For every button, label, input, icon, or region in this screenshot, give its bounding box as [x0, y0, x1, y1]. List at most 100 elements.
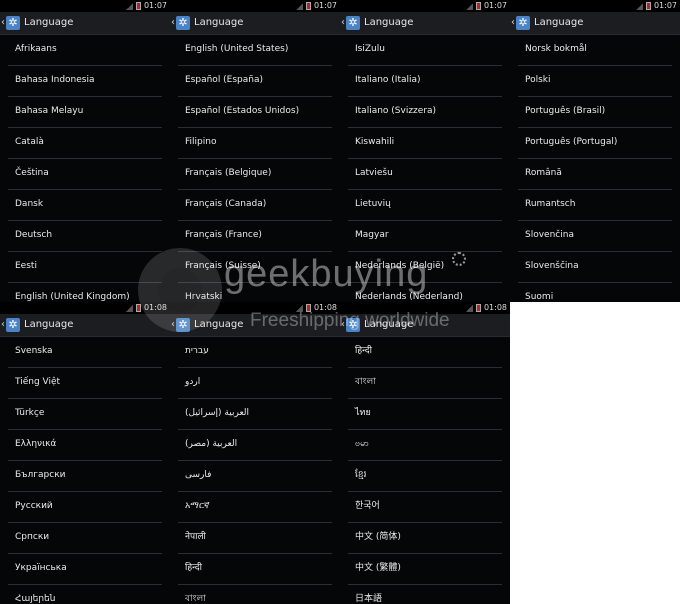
chevron-left-icon[interactable]: ‹	[511, 17, 515, 29]
list-item[interactable]: Français (Belgique)	[178, 159, 332, 190]
list-item[interactable]: Afrikaans	[8, 35, 162, 66]
language-label: Română	[525, 168, 562, 178]
gear-icon[interactable]: ✲	[346, 318, 360, 332]
language-label: فارسی	[185, 470, 212, 480]
list-item[interactable]: Español (Estados Unidos)	[178, 97, 332, 128]
gear-icon[interactable]: ✲	[6, 318, 20, 332]
list-item[interactable]: Български	[8, 461, 162, 492]
list-item[interactable]: العربية (مصر)	[178, 430, 332, 461]
list-item[interactable]: Français (Canada)	[178, 190, 332, 221]
signal-icon	[295, 304, 303, 312]
status-time: 01:08	[483, 303, 507, 312]
language-label: Lietuvių	[355, 199, 391, 209]
language-label: Polski	[525, 75, 551, 85]
language-label: Dansk	[15, 199, 44, 209]
gear-icon[interactable]: ✲	[176, 16, 190, 30]
language-label: Українська	[15, 563, 67, 573]
list-item[interactable]: Dansk	[8, 190, 162, 221]
list-item[interactable]: Српски	[8, 523, 162, 554]
list-item[interactable]: नेपाली	[178, 523, 332, 554]
list-item[interactable]: Čeština	[8, 159, 162, 190]
list-item[interactable]: Nederlands (België)	[348, 252, 502, 283]
language-label: Svenska	[15, 346, 53, 356]
list-item[interactable]: Русский	[8, 492, 162, 523]
gear-icon[interactable]: ✲	[346, 16, 360, 30]
list-item[interactable]: 中文 (繁體)	[348, 554, 502, 585]
list-item[interactable]: Rumantsch	[518, 190, 672, 221]
list-item[interactable]: فارسی	[178, 461, 332, 492]
list-item[interactable]: Polski	[518, 66, 672, 97]
gear-icon[interactable]: ✲	[176, 318, 190, 332]
chevron-left-icon[interactable]: ‹	[341, 319, 345, 331]
list-item[interactable]: العربية (إسرائيل)	[178, 399, 332, 430]
list-item[interactable]: Hrvatski	[178, 283, 332, 302]
list-item[interactable]: Tiếng Việt	[8, 368, 162, 399]
language-label: IsiZulu	[355, 44, 385, 54]
language-label: Eesti	[15, 261, 37, 271]
chevron-left-icon[interactable]: ‹	[1, 319, 5, 331]
page-title: Language	[24, 17, 74, 28]
list-item[interactable]: עברית	[178, 337, 332, 368]
language-label: Bahasa Indonesia	[15, 75, 95, 85]
list-item[interactable]: हिन्दी	[348, 337, 502, 368]
list-item[interactable]: Bahasa Melayu	[8, 97, 162, 128]
list-item[interactable]: Svenska	[8, 337, 162, 368]
list-item[interactable]: ខ្មែរ	[348, 461, 502, 492]
list-item[interactable]: Português (Brasil)	[518, 97, 672, 128]
status-bar: 01:07	[340, 0, 510, 12]
list-item[interactable]: 中文 (简体)	[348, 523, 502, 554]
list-item[interactable]: हिन्दी	[178, 554, 332, 585]
list-item[interactable]: Magyar	[348, 221, 502, 252]
list-item[interactable]: 日本語	[348, 585, 502, 604]
list-item[interactable]: اردو	[178, 368, 332, 399]
list-item[interactable]: বাংলা	[178, 585, 332, 604]
list-item[interactable]: Filipino	[178, 128, 332, 159]
list-item[interactable]: Português (Portugal)	[518, 128, 672, 159]
chevron-left-icon[interactable]: ‹	[171, 319, 175, 331]
list-item[interactable]: বাংলা	[348, 368, 502, 399]
status-time: 01:07	[483, 1, 507, 10]
list-item[interactable]: English (United States)	[178, 35, 332, 66]
language-label: Slovenčina	[525, 230, 574, 240]
list-item[interactable]: Lietuvių	[348, 190, 502, 221]
list-item[interactable]: IsiZulu	[348, 35, 502, 66]
status-bar: 01:07	[510, 0, 680, 12]
list-item[interactable]: Français (Suisse)	[178, 252, 332, 283]
gear-icon[interactable]: ✲	[516, 16, 530, 30]
list-item[interactable]: Italiano (Svizzera)	[348, 97, 502, 128]
list-item[interactable]: Հայերեն	[8, 585, 162, 604]
language-label: Français (Suisse)	[185, 261, 261, 271]
chevron-left-icon[interactable]: ‹	[171, 17, 175, 29]
chevron-left-icon[interactable]: ‹	[341, 17, 345, 29]
list-item[interactable]: Français (France)	[178, 221, 332, 252]
list-item[interactable]: Slovenčina	[518, 221, 672, 252]
list-item[interactable]: Suomi	[518, 283, 672, 302]
status-time: 01:08	[313, 303, 337, 312]
list-item[interactable]: English (United Kingdom)	[8, 283, 162, 302]
list-item[interactable]: Deutsch	[8, 221, 162, 252]
list-item[interactable]: Español (España)	[178, 66, 332, 97]
gear-icon[interactable]: ✲	[6, 16, 20, 30]
list-item[interactable]: Latviešu	[348, 159, 502, 190]
list-item[interactable]: Nederlands (Nederland)	[348, 283, 502, 302]
chevron-left-icon[interactable]: ‹	[1, 17, 5, 29]
list-item[interactable]: Norsk bokmål	[518, 35, 672, 66]
list-item[interactable]: Bahasa Indonesia	[8, 66, 162, 97]
list-item[interactable]: Slovenščina	[518, 252, 672, 283]
list-item[interactable]: Română	[518, 159, 672, 190]
list-item[interactable]: አማርኛ	[178, 492, 332, 523]
list-item[interactable]: Kiswahili	[348, 128, 502, 159]
battery-icon	[475, 2, 481, 10]
list-item[interactable]: Українська	[8, 554, 162, 585]
list-item[interactable]: Català	[8, 128, 162, 159]
language-label: Français (Belgique)	[185, 168, 272, 178]
list-item[interactable]: ဗမာ	[348, 430, 502, 461]
list-item[interactable]: Ελληνικά	[8, 430, 162, 461]
list-item[interactable]: Eesti	[8, 252, 162, 283]
list-item[interactable]: Italiano (Italia)	[348, 66, 502, 97]
action-bar: ‹ ✲ Language	[170, 12, 340, 35]
list-item[interactable]: Türkçe	[8, 399, 162, 430]
list-item[interactable]: ไทย	[348, 399, 502, 430]
language-label: Русский	[15, 501, 53, 511]
list-item[interactable]: 한국어	[348, 492, 502, 523]
